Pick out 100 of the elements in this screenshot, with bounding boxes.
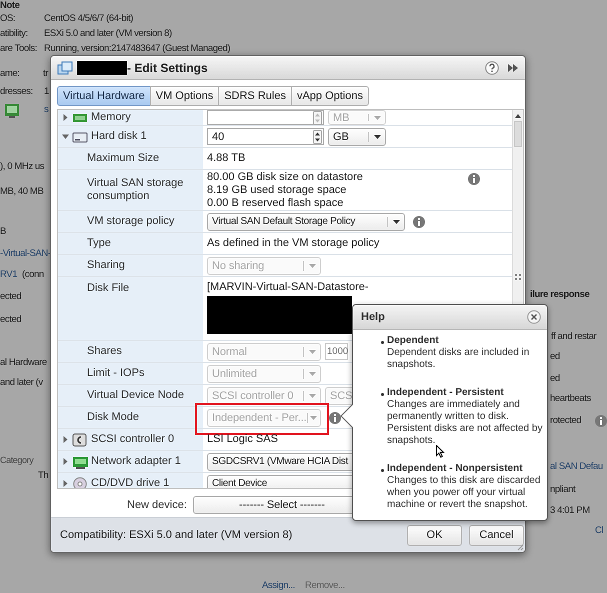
value-text: 80.00 GB disk size on datastore bbox=[207, 170, 363, 184]
background-link[interactable]: al SAN Defau bbox=[550, 461, 603, 472]
background-text: OS: bbox=[0, 13, 16, 24]
controller-icon bbox=[72, 432, 88, 446]
background-text: dresses: bbox=[0, 86, 33, 97]
vm-icon bbox=[57, 60, 73, 74]
background-link[interactable]: Remove... bbox=[305, 580, 345, 591]
caret-icon bbox=[308, 350, 316, 354]
expand-arrow-icon[interactable] bbox=[62, 458, 69, 465]
background-text: ff and restar bbox=[551, 331, 596, 342]
property-label: Shares bbox=[87, 345, 122, 358]
option-title: Dependent bbox=[387, 335, 440, 347]
background-text: 3 4:01 PM bbox=[550, 505, 590, 516]
compatibility-text: Compatibility: ESXi 5.0 and later (VM version 8) bbox=[60, 529, 292, 541]
background-text: ), 0 MHz us bbox=[0, 161, 44, 172]
background-link[interactable]: Cl bbox=[595, 525, 604, 536]
device-label: Memory bbox=[91, 111, 131, 124]
mouse-pointer-icon bbox=[436, 445, 445, 458]
background-text: Th bbox=[38, 470, 48, 481]
option-title: Independent - Persistent bbox=[387, 387, 505, 399]
close-icon bbox=[527, 310, 541, 324]
file-path: [MARVIN-Virtual-SAN-Datastore- bbox=[207, 281, 369, 294]
help-button[interactable] bbox=[485, 60, 499, 74]
background-text: ected bbox=[0, 314, 22, 325]
value-text: 8.19 GB used storage space bbox=[207, 184, 348, 196]
background-text: al Hardware bbox=[0, 357, 47, 368]
background-text: ame: bbox=[0, 68, 20, 79]
background-link[interactable]: -Virtual-SAN- bbox=[0, 248, 51, 259]
tab[interactable]: Virtual Hardware bbox=[57, 86, 151, 106]
background-heading: Note bbox=[0, 0, 20, 11]
window-title: - Edit Settings bbox=[127, 60, 208, 74]
background-text: ed bbox=[550, 351, 560, 362]
grip-icon bbox=[515, 274, 521, 280]
background-link[interactable]: s bbox=[44, 104, 48, 115]
value-text: 4.88 TB bbox=[207, 152, 246, 165]
spin-arrows-icon bbox=[313, 130, 322, 144]
property-label: Limit - IOPs bbox=[87, 367, 144, 380]
background-text: Running, version:2147483647 (Guest Managed) bbox=[44, 43, 230, 54]
background-text: CentOS 4/5/6/7 (64-bit) bbox=[44, 13, 134, 24]
tab[interactable]: SDRS Rules bbox=[218, 86, 292, 106]
property-label: Sharing bbox=[87, 259, 125, 272]
collapse-arrow-icon[interactable] bbox=[62, 133, 69, 140]
option-description: Changes to this disk are discarded when you power off your virtual machine or revert the snapshot. bbox=[387, 475, 542, 511]
redaction-block bbox=[77, 60, 127, 74]
property-label: Disk Mode bbox=[87, 411, 139, 424]
help-icon bbox=[485, 60, 499, 74]
property-label: VM storage policy bbox=[87, 215, 174, 228]
expand-button[interactable] bbox=[507, 62, 519, 72]
cancel-button[interactable]: Cancel bbox=[469, 524, 524, 546]
property-label: Disk File bbox=[87, 282, 130, 294]
device-label: CD/DVD drive 1 bbox=[91, 477, 170, 488]
background-text: ed bbox=[550, 373, 560, 384]
background-text: ected bbox=[0, 291, 22, 302]
option-description: Changes are immediately and permanently written to disk. Persistent disks are not affected by snapshots. bbox=[387, 399, 543, 447]
tab[interactable]: VM Options bbox=[150, 86, 220, 106]
background-link[interactable]: Assign... bbox=[262, 580, 295, 591]
device-label: Network adapter 1 bbox=[91, 455, 181, 468]
expand-arrow-icon[interactable] bbox=[62, 480, 69, 487]
background-text: heartbeats bbox=[550, 393, 591, 404]
background-text: atibility: bbox=[0, 28, 28, 39]
caret-icon bbox=[374, 116, 380, 120]
vm-icon bbox=[4, 103, 20, 119]
device-label: SCSI controller 0 bbox=[91, 433, 174, 446]
caret-icon bbox=[392, 220, 400, 224]
value-text: 0.00 B reserved flash space bbox=[207, 196, 344, 210]
expand-arrow-icon[interactable] bbox=[62, 114, 69, 121]
value-text: As defined in the VM storage policy bbox=[207, 237, 380, 250]
background-text: npliant bbox=[550, 484, 576, 495]
caret-icon bbox=[308, 394, 316, 398]
background-text: (conn bbox=[22, 269, 44, 280]
background-text: tr bbox=[43, 68, 48, 79]
background-text: 1 bbox=[44, 86, 49, 97]
caret-icon bbox=[308, 372, 316, 376]
dropdown[interactable]: GB bbox=[328, 128, 386, 146]
background-text: are Tools: bbox=[0, 43, 38, 54]
caret-icon bbox=[310, 416, 318, 420]
close-button[interactable] bbox=[527, 310, 541, 324]
background-heading: ilure response bbox=[530, 289, 590, 300]
device-label: Hard disk 1 bbox=[91, 130, 147, 143]
caret-icon bbox=[374, 134, 380, 138]
option-description: Dependent disks are included in snapshots. bbox=[387, 347, 530, 371]
dropdown[interactable]: Virtual SAN Default Storage Policy bbox=[207, 212, 405, 230]
expand-arrow-icon[interactable] bbox=[62, 436, 69, 443]
tab[interactable]: vApp Options bbox=[290, 86, 369, 106]
property-label: Virtual SAN storage consumption bbox=[87, 177, 184, 203]
ok-button[interactable]: OK bbox=[407, 524, 462, 546]
background-text: and later (v bbox=[0, 377, 43, 388]
value-text: LSI Logic SAS bbox=[207, 433, 278, 446]
bullet-icon bbox=[381, 341, 384, 344]
number-field[interactable]: 40 bbox=[207, 128, 324, 145]
popover-title: Help bbox=[361, 311, 385, 323]
background-text: MB, 40 MB bbox=[0, 186, 44, 197]
scrollbar-thumb[interactable] bbox=[514, 121, 522, 147]
column-header: Category bbox=[0, 455, 34, 466]
bullet-icon bbox=[381, 469, 384, 472]
property-label: Virtual Device Node bbox=[87, 389, 184, 402]
resize-grip-icon bbox=[517, 544, 524, 551]
background-text: rotected bbox=[550, 415, 582, 426]
background-text: B bbox=[0, 226, 6, 237]
background-link[interactable]: RV1 bbox=[0, 269, 18, 280]
